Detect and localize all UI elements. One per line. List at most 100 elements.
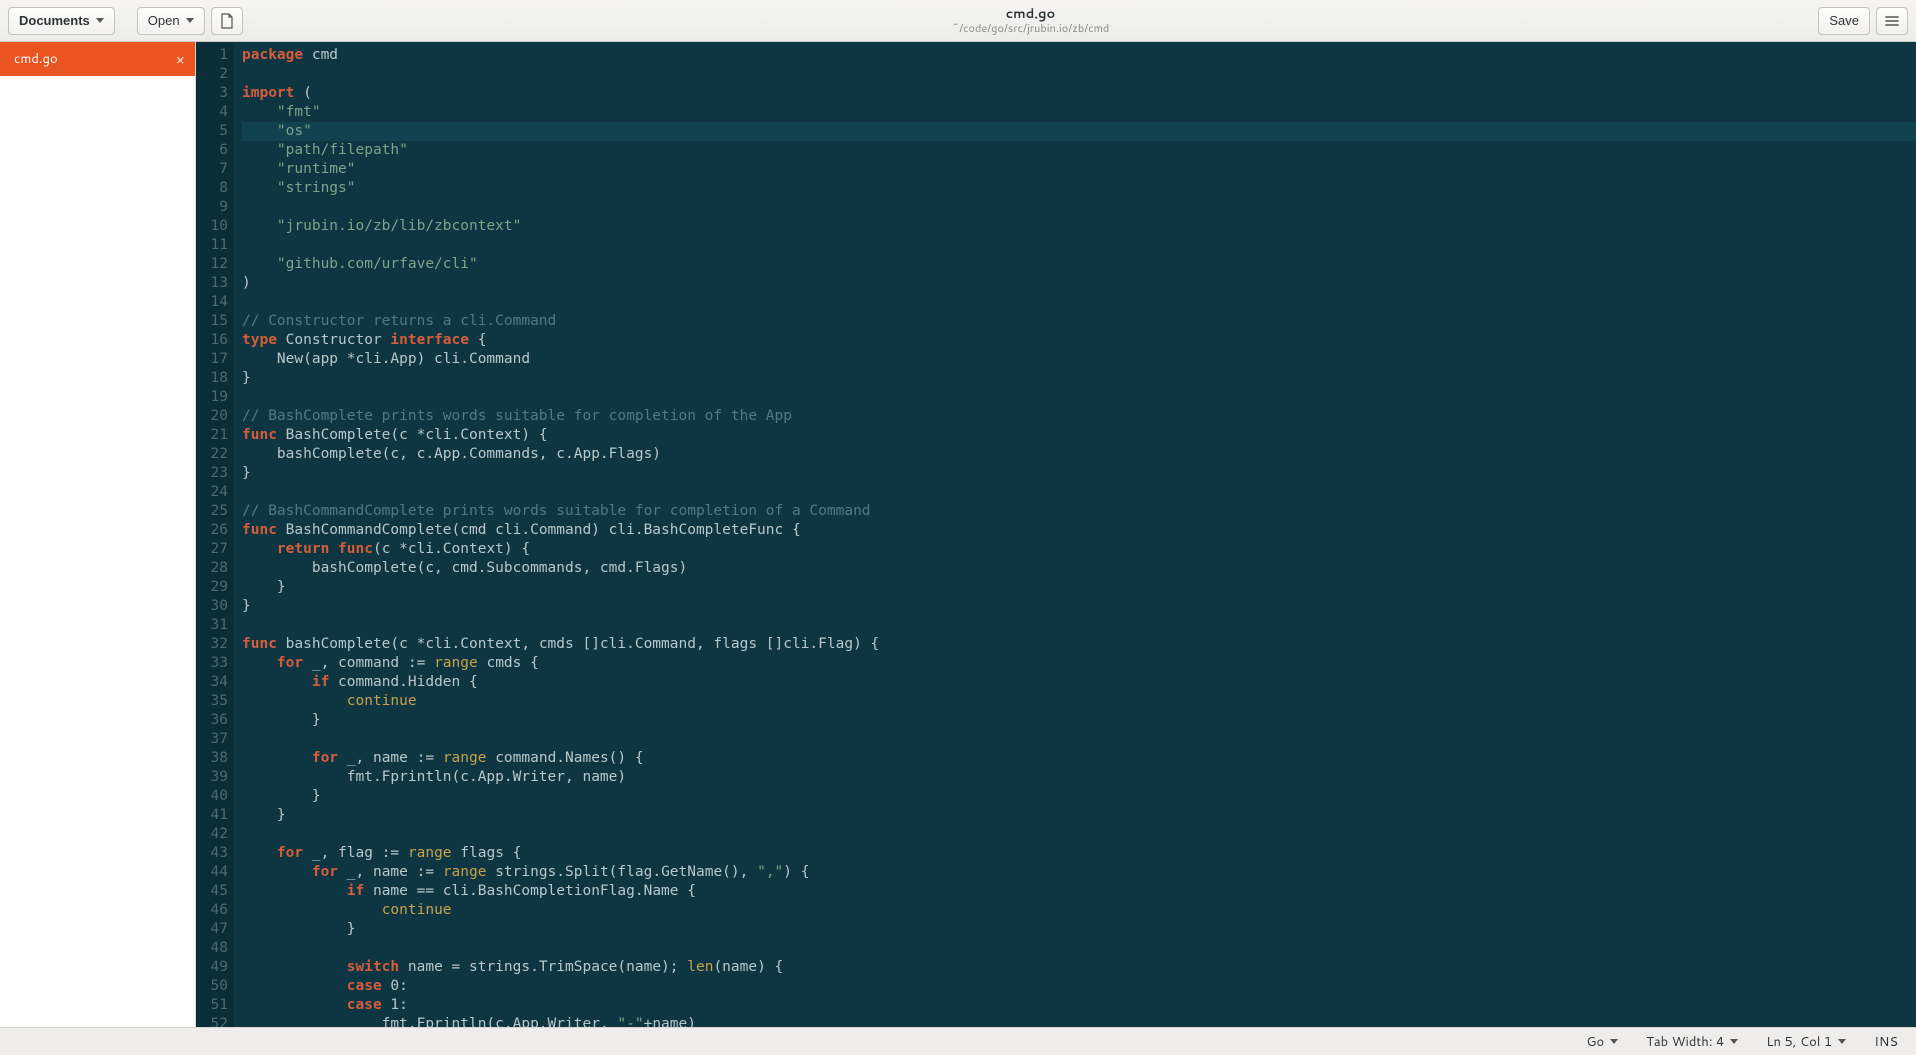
- line-number: 51: [196, 996, 228, 1015]
- code-line[interactable]: }: [242, 369, 1916, 388]
- code-line[interactable]: "strings": [242, 179, 1916, 198]
- line-number: 5: [196, 122, 228, 141]
- code-line[interactable]: [242, 483, 1916, 502]
- code-line[interactable]: [242, 198, 1916, 217]
- code-line[interactable]: func bashComplete(c *cli.Context, cmds […: [242, 635, 1916, 654]
- save-button[interactable]: Save: [1818, 7, 1870, 35]
- code-line[interactable]: // BashCommandComplete prints words suit…: [242, 502, 1916, 521]
- tab-label: cmd.go: [14, 50, 58, 68]
- line-number: 48: [196, 939, 228, 958]
- code-line[interactable]: [242, 825, 1916, 844]
- header-bar: Documents Open cmd.go ~/code/go/src/jrub…: [0, 0, 1916, 42]
- code-line[interactable]: "fmt": [242, 103, 1916, 122]
- code-line[interactable]: // BashComplete prints words suitable fo…: [242, 407, 1916, 426]
- line-number: 18: [196, 369, 228, 388]
- code-line[interactable]: ): [242, 274, 1916, 293]
- code-line[interactable]: }: [242, 578, 1916, 597]
- line-number: 52: [196, 1015, 228, 1027]
- line-number: 38: [196, 749, 228, 768]
- line-number: 17: [196, 350, 228, 369]
- line-number: 37: [196, 730, 228, 749]
- window-subtitle: ~/code/go/src/jrubin.io/zb/cmd: [952, 22, 1110, 34]
- code-line[interactable]: [242, 388, 1916, 407]
- code-line[interactable]: fmt.Fprintln(c.App.Writer, "-"+name): [242, 1015, 1916, 1027]
- line-number: 31: [196, 616, 228, 635]
- code-line[interactable]: if command.Hidden {: [242, 673, 1916, 692]
- code-line[interactable]: }: [242, 464, 1916, 483]
- header-right: Save: [1818, 7, 1908, 35]
- line-number: 36: [196, 711, 228, 730]
- line-number: 1: [196, 46, 228, 65]
- code-line[interactable]: New(app *cli.App) cli.Command: [242, 350, 1916, 369]
- code-line[interactable]: if name == cli.BashCompletionFlag.Name {: [242, 882, 1916, 901]
- code-line[interactable]: bashComplete(c, c.App.Commands, c.App.Fl…: [242, 445, 1916, 464]
- line-number: 30: [196, 597, 228, 616]
- code-line[interactable]: }: [242, 597, 1916, 616]
- code-line[interactable]: continue: [242, 901, 1916, 920]
- line-number: 10: [196, 217, 228, 236]
- cursor-position: Ln 5, Col 1: [1766, 1033, 1832, 1051]
- code-line[interactable]: fmt.Fprintln(c.App.Writer, name): [242, 768, 1916, 787]
- tab-close-button[interactable]: ×: [175, 52, 185, 67]
- code-line[interactable]: for _, command := range cmds {: [242, 654, 1916, 673]
- code-line[interactable]: case 0:: [242, 977, 1916, 996]
- tab-width-selector[interactable]: Tab Width: 4: [1646, 1033, 1738, 1051]
- code-line[interactable]: func BashComplete(c *cli.Context) {: [242, 426, 1916, 445]
- documents-menu-button[interactable]: Documents: [8, 7, 115, 35]
- line-number: 11: [196, 236, 228, 255]
- code-line[interactable]: "path/filepath": [242, 141, 1916, 160]
- line-number: 9: [196, 198, 228, 217]
- code-line[interactable]: continue: [242, 692, 1916, 711]
- line-number: 2: [196, 65, 228, 84]
- code-line[interactable]: [242, 616, 1916, 635]
- line-number: 16: [196, 331, 228, 350]
- line-number: 29: [196, 578, 228, 597]
- code-line[interactable]: }: [242, 711, 1916, 730]
- code-line[interactable]: for _, flag := range flags {: [242, 844, 1916, 863]
- code-line[interactable]: [242, 293, 1916, 312]
- line-number: 41: [196, 806, 228, 825]
- header-left: Documents Open: [8, 7, 243, 35]
- code-editor[interactable]: 1234567891011121314151617181920212223242…: [196, 42, 1916, 1027]
- code-line[interactable]: func BashCommandComplete(cmd cli.Command…: [242, 521, 1916, 540]
- code-line[interactable]: [242, 236, 1916, 255]
- line-number: 27: [196, 540, 228, 559]
- code-line[interactable]: for _, name := range strings.Split(flag.…: [242, 863, 1916, 882]
- line-number: 46: [196, 901, 228, 920]
- code-line[interactable]: import (: [242, 84, 1916, 103]
- cursor-position-selector[interactable]: Ln 5, Col 1: [1766, 1033, 1846, 1051]
- document-tab[interactable]: cmd.go ×: [0, 42, 195, 76]
- documents-label: Documents: [19, 13, 90, 28]
- new-document-button[interactable]: [211, 7, 243, 35]
- code-line[interactable]: }: [242, 787, 1916, 806]
- line-number: 13: [196, 274, 228, 293]
- code-line[interactable]: case 1:: [242, 996, 1916, 1015]
- line-number: 47: [196, 920, 228, 939]
- code-line[interactable]: [242, 65, 1916, 84]
- open-button[interactable]: Open: [137, 7, 205, 35]
- code-line[interactable]: bashComplete(c, cmd.Subcommands, cmd.Fla…: [242, 559, 1916, 578]
- line-number-gutter: 1234567891011121314151617181920212223242…: [196, 42, 234, 1027]
- code-line[interactable]: type Constructor interface {: [242, 331, 1916, 350]
- code-line[interactable]: "jrubin.io/zb/lib/zbcontext": [242, 217, 1916, 236]
- chevron-down-icon: [1730, 1039, 1738, 1044]
- code-line[interactable]: // Constructor returns a cli.Command: [242, 312, 1916, 331]
- header-center: cmd.go ~/code/go/src/jrubin.io/zb/cmd: [249, 7, 1813, 33]
- code-area[interactable]: package cmd import ( "fmt" "os" "path/fi…: [234, 42, 1916, 1027]
- language-selector[interactable]: Go: [1586, 1033, 1618, 1051]
- menu-button[interactable]: [1876, 7, 1908, 35]
- code-line[interactable]: "github.com/urfave/cli": [242, 255, 1916, 274]
- code-line[interactable]: }: [242, 920, 1916, 939]
- code-line[interactable]: return func(c *cli.Context) {: [242, 540, 1916, 559]
- code-line[interactable]: }: [242, 806, 1916, 825]
- code-line[interactable]: package cmd: [242, 46, 1916, 65]
- line-number: 28: [196, 559, 228, 578]
- code-line[interactable]: switch name = strings.TrimSpace(name); l…: [242, 958, 1916, 977]
- code-line[interactable]: [242, 939, 1916, 958]
- code-line[interactable]: "runtime": [242, 160, 1916, 179]
- code-line[interactable]: "os": [242, 122, 1916, 141]
- code-line[interactable]: [242, 730, 1916, 749]
- code-line[interactable]: for _, name := range command.Names() {: [242, 749, 1916, 768]
- line-number: 15: [196, 312, 228, 331]
- line-number: 34: [196, 673, 228, 692]
